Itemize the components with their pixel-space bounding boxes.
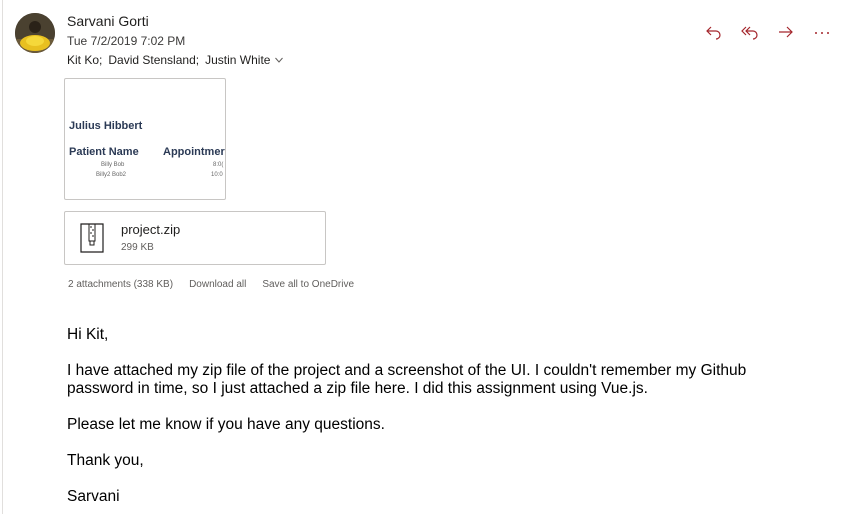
save-to-onedrive-button[interactable]: Save all to OneDrive — [262, 279, 354, 290]
body-paragraph: Please let me know if you have any quest… — [67, 416, 385, 433]
reply-all-icon[interactable] — [740, 22, 760, 42]
sent-date: Tue 7/2/2019 7:02 PM — [67, 34, 186, 48]
preview-cell: Billy Bob — [101, 162, 125, 168]
avatar[interactable] — [15, 13, 55, 53]
signature: Sarvani — [67, 488, 120, 505]
recipients-line: Kit Ko; David Stensland; Justin White — [67, 53, 285, 67]
sender-name[interactable]: Sarvani Gorti — [67, 13, 149, 29]
preview-cell: 10:0 — [211, 172, 223, 178]
pane-divider — [2, 0, 3, 514]
attachments-summary: 2 attachments (338 KB) — [68, 279, 174, 290]
preview-cell: 8:0( — [213, 162, 224, 168]
message-actions — [704, 22, 832, 42]
message-body: Hi Kit, I have attached my zip file of t… — [67, 326, 797, 524]
forward-icon[interactable] — [776, 22, 796, 42]
preview-header-patient: Patient Name — [69, 146, 139, 158]
closing: Thank you, — [67, 452, 144, 469]
body-paragraph: I have attached my zip file of the proje… — [67, 362, 747, 397]
download-all-button[interactable]: Download all — [189, 279, 246, 290]
recipient[interactable]: Justin White — [205, 53, 270, 67]
image-attachment-preview[interactable]: Julius Hibbert Patient Name Appointmer B… — [64, 78, 226, 200]
attachments-bar: 2 attachments (338 KB) Download all Save… — [68, 279, 354, 290]
chevron-down-icon[interactable] — [273, 54, 285, 66]
preview-title: Julius Hibbert — [69, 120, 143, 132]
preview-cell: Billy2 Bob2 — [96, 172, 127, 178]
file-attachment-card[interactable]: project.zip 299 KB — [64, 211, 326, 265]
preview-header-appointment: Appointmer — [163, 146, 225, 158]
more-icon[interactable] — [812, 22, 832, 42]
reply-icon[interactable] — [704, 22, 724, 42]
recipient[interactable]: Kit Ko; — [67, 53, 102, 67]
file-name: project.zip — [121, 222, 181, 237]
greeting: Hi Kit, — [67, 326, 109, 343]
file-size: 299 KB — [121, 242, 154, 253]
zip-file-icon — [80, 223, 104, 258]
recipient[interactable]: David Stensland; — [108, 53, 199, 67]
